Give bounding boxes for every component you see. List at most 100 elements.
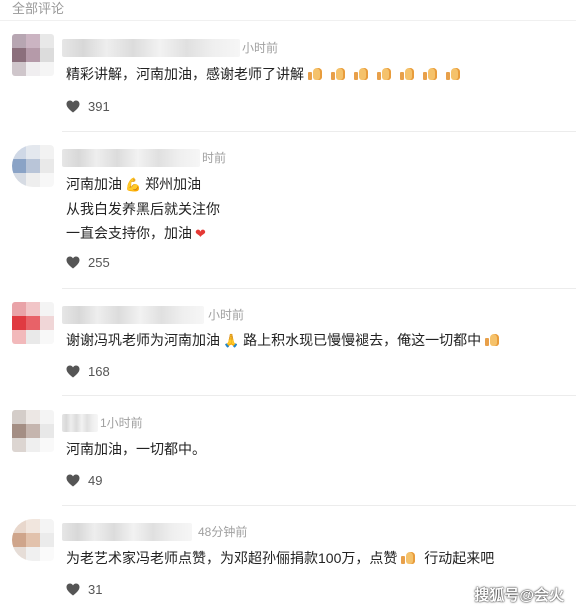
flexed-bicep-emoji-icon: 💪: [125, 177, 142, 192]
heart-icon: [66, 583, 80, 596]
avatar-pixel: [12, 159, 26, 173]
avatar-pixel: [12, 48, 26, 62]
avatar-pixel: [40, 159, 54, 173]
comment-time: 小时前: [242, 41, 279, 55]
avatar-pixel: [26, 547, 40, 561]
comment-time: 时前: [202, 151, 227, 165]
comment-time: 48分钟前: [198, 525, 248, 539]
heart-icon: [66, 365, 80, 378]
username-blurred[interactable]: [62, 39, 240, 57]
avatar-pixel: [12, 547, 26, 561]
username-blurred[interactable]: [62, 414, 98, 432]
like-button[interactable]: 391: [66, 97, 110, 115]
comment-divider: [62, 395, 576, 396]
comment-line: 郑州加油: [145, 176, 202, 192]
comment-text: 谢谢冯巩老师为河南加油 🙏 路上积水现已慢慢褪去，俺这一切都中: [66, 328, 504, 353]
comment-line: 为老艺术家冯老师点赞，为邓超孙俪捐款100万，点赞: [66, 550, 398, 566]
thumbs-up-emoji-icon: [308, 67, 323, 81]
avatar-pixel: [12, 410, 26, 424]
heart-icon: [66, 474, 80, 487]
avatar-pixel: [26, 173, 40, 187]
avatar-pixel: [40, 410, 54, 424]
avatar[interactable]: [12, 145, 54, 187]
like-count: 49: [88, 472, 103, 488]
avatar-pixel: [40, 62, 54, 76]
red-heart-emoji-icon: ❤: [195, 226, 206, 241]
comment-line: 谢谢冯巩老师为河南加油: [66, 332, 220, 348]
avatar-pixel: [12, 316, 26, 330]
comment-divider: [62, 288, 576, 289]
like-button[interactable]: 255: [66, 253, 110, 271]
username-blurred[interactable]: [62, 523, 192, 541]
thumbs-up-emoji-icon: [423, 67, 438, 81]
praying-hands-emoji-icon: 🙏: [223, 333, 240, 348]
avatar-pixel: [26, 424, 40, 438]
like-button[interactable]: 31: [66, 580, 102, 598]
avatar-pixel: [12, 519, 26, 533]
avatar-pixel: [40, 330, 54, 344]
avatar-pixel: [40, 48, 54, 62]
comment-line: 路上积水现已慢慢褪去，俺这一切都中: [243, 332, 482, 348]
avatar-pixel: [40, 519, 54, 533]
avatar-pixel: [40, 302, 54, 316]
avatar[interactable]: [12, 410, 54, 452]
avatar-pixel: [40, 34, 54, 48]
avatar-pixel: [12, 438, 26, 452]
avatar-pixel: [26, 410, 40, 424]
username-blurred[interactable]: [62, 149, 200, 167]
avatar-pixel: [40, 316, 54, 330]
comment-line: 河南加油，一切都中。: [66, 441, 206, 457]
like-count: 255: [88, 254, 110, 270]
section-title: 全部评论: [12, 1, 65, 16]
avatar-pixel: [40, 145, 54, 159]
thumbs-up-emoji-icon: [331, 67, 346, 81]
avatar[interactable]: [12, 519, 54, 561]
like-count: 391: [88, 98, 110, 114]
avatar-pixel: [26, 519, 40, 533]
avatar-pixel: [26, 533, 40, 547]
avatar-pixel: [12, 62, 26, 76]
thumbs-up-emoji-icon: [401, 551, 416, 565]
like-button[interactable]: 49: [66, 471, 102, 489]
comment-divider: [62, 505, 576, 506]
comment-line: 从我白发养黑后就关注你: [66, 201, 220, 217]
avatar[interactable]: [12, 302, 54, 344]
avatar-pixel: [26, 438, 40, 452]
comment-text: 河南加油 💪 郑州加油 从我白发养黑后就关注你 一直会支持你，加油 ❤: [66, 172, 220, 246]
comment-line: 河南加油: [66, 176, 122, 192]
comment-line: 一直会支持你，加油: [66, 225, 192, 241]
heart-icon: [66, 100, 80, 113]
avatar-pixel: [26, 316, 40, 330]
comment-text: 河南加油，一切都中。: [66, 437, 206, 461]
like-count: 168: [88, 363, 110, 379]
comment-line: 精彩讲解，河南加油，感谢老师了讲解: [66, 66, 304, 82]
avatar-pixel: [12, 533, 26, 547]
like-button[interactable]: 168: [66, 362, 110, 380]
avatar-pixel: [26, 159, 40, 173]
avatar-pixel: [12, 424, 26, 438]
avatar-pixel: [12, 173, 26, 187]
comment-time: 小时前: [208, 308, 245, 322]
avatar-pixel: [26, 48, 40, 62]
username-blurred[interactable]: [62, 306, 204, 324]
thumbs-up-emoji-icon: [377, 67, 392, 81]
thumbs-up-emoji-icon: [446, 67, 461, 81]
heart-icon: [66, 256, 80, 269]
avatar-pixel: [40, 424, 54, 438]
avatar-pixel: [26, 330, 40, 344]
avatar[interactable]: [12, 34, 54, 76]
avatar-pixel: [12, 330, 26, 344]
avatar-pixel: [12, 302, 26, 316]
thumbs-up-emoji-icon: [485, 333, 500, 347]
avatar-pixel: [40, 547, 54, 561]
avatar-pixel: [26, 62, 40, 76]
comment-divider: [62, 131, 576, 132]
avatar-pixel: [12, 145, 26, 159]
comment-time: 1小时前: [100, 416, 143, 430]
avatar-pixel: [26, 34, 40, 48]
comment-text: 为老艺术家冯老师点赞，为邓超孙俪捐款100万，点赞 行动起来吧: [66, 546, 494, 570]
avatar-pixel: [40, 173, 54, 187]
avatar-pixel: [12, 34, 26, 48]
comment-line: 行动起来吧: [424, 550, 495, 566]
watermark: 搜狐号@会火: [474, 587, 564, 604]
